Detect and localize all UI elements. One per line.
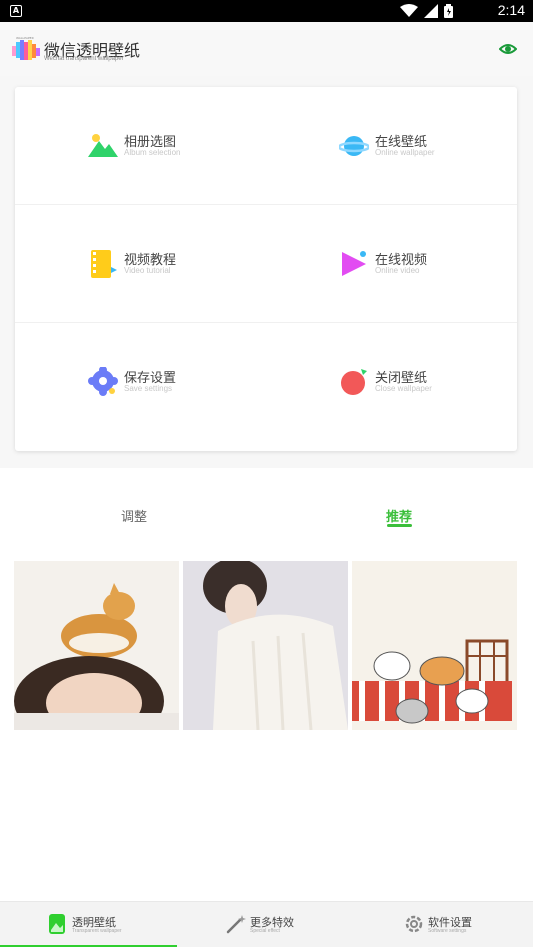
wifi-icon bbox=[400, 4, 418, 17]
nav-sub: Special effect bbox=[250, 928, 280, 934]
menu-item-close-wallpaper[interactable]: 关闭壁纸 Close wallpaper bbox=[266, 323, 517, 440]
nav-transparent-wallpaper[interactable]: 透明壁纸 Transparent wallpaper bbox=[0, 902, 177, 947]
signal-icon bbox=[424, 4, 438, 18]
nav-sub: Transparent wallpaper bbox=[72, 928, 122, 934]
close-circle-icon bbox=[341, 369, 367, 395]
clock: 2:14 bbox=[497, 2, 525, 18]
nav-special-effect[interactable]: 更多特效 Special effect bbox=[178, 902, 355, 947]
app-subtitle: Wechat transparent wallpaper bbox=[44, 56, 124, 62]
app-logo-icon bbox=[12, 40, 40, 60]
logo-tag: WALLPAPER bbox=[16, 36, 34, 40]
white-sweater-thumbnail[interactable] bbox=[183, 561, 348, 730]
magic-wand-icon bbox=[226, 915, 246, 934]
nav-sub: Software settings bbox=[428, 928, 467, 934]
menu-item-sub: Online video bbox=[375, 266, 420, 275]
bottom-nav: 透明壁纸 Transparent wallpaper 更多特效 Special … bbox=[0, 901, 533, 947]
planet-icon bbox=[339, 136, 369, 156]
film-icon bbox=[91, 250, 117, 278]
play-icon bbox=[342, 251, 366, 276]
eye-icon[interactable] bbox=[499, 40, 517, 58]
settings-icon bbox=[405, 915, 423, 933]
mountain-icon bbox=[88, 134, 118, 157]
tab-recommend[interactable]: 推荐 bbox=[386, 506, 412, 525]
status-bar: A 2:14 bbox=[0, 0, 533, 22]
menu-item-sub: Save settings bbox=[124, 384, 173, 393]
app-bar: WALLPAPER 微信透明壁纸 Wechat transparent wall… bbox=[0, 22, 533, 76]
menu-item-sub: Close wallpaper bbox=[375, 384, 432, 393]
thumbnail-grid bbox=[0, 548, 533, 901]
menu-item-online-video[interactable]: 在线视频 Online video bbox=[266, 205, 517, 322]
menu-item-sub: Album selection bbox=[124, 148, 181, 157]
nav-software-settings[interactable]: 软件设置 Software settings bbox=[356, 902, 533, 947]
menu-item-save-settings[interactable]: 保存设置 Save settings bbox=[15, 323, 266, 440]
menu-item-sub: Video tutorial bbox=[124, 266, 171, 275]
shiba-girl-thumbnail[interactable] bbox=[14, 561, 179, 730]
tab-indicator bbox=[387, 524, 412, 527]
battery-icon bbox=[444, 4, 453, 18]
tab-bar: 调整 推荐 bbox=[0, 468, 533, 548]
wallpaper-icon bbox=[49, 914, 65, 934]
tab-adjust[interactable]: 调整 bbox=[121, 506, 147, 525]
menu-item-sub: Online wallpaper bbox=[375, 148, 435, 157]
menu-item-online-wallpaper[interactable]: 在线壁纸 Online wallpaper bbox=[266, 87, 517, 204]
notification-icon: A bbox=[10, 5, 22, 17]
menu-card: 相册选图 Album selection 在线壁纸 Online wallpap… bbox=[15, 87, 517, 451]
menu-item-album[interactable]: 相册选图 Album selection bbox=[15, 87, 266, 204]
menu-item-video-tutorial[interactable]: 视频教程 Video tutorial bbox=[15, 205, 266, 322]
cats-sofa-thumbnail[interactable] bbox=[352, 561, 517, 730]
gear-icon bbox=[88, 367, 118, 396]
